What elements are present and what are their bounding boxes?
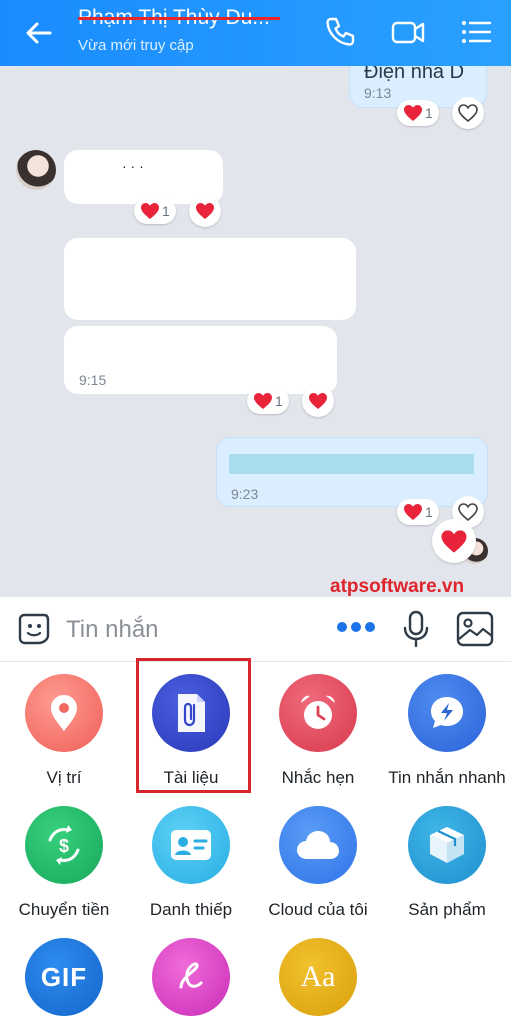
- action-quick-message[interactable]: Tin nhắn nhanh: [383, 674, 511, 788]
- message-text: Điện nha D: [364, 66, 465, 83]
- heart-icon: [404, 105, 422, 121]
- their-message-bubble[interactable]: 9:15: [64, 326, 337, 394]
- action-business-card[interactable]: Danh thiếp: [127, 806, 255, 920]
- action-font-style[interactable]: Aa: [254, 938, 382, 1016]
- reaction-summary[interactable]: 1: [247, 388, 289, 414]
- highlight-box: [136, 658, 251, 793]
- message-text-fragment: · · ·: [122, 158, 144, 174]
- react-button[interactable]: [452, 97, 484, 129]
- image-gallery-icon[interactable]: [456, 611, 494, 647]
- phone-call-icon[interactable]: [322, 14, 358, 50]
- message-input-bar: Tin nhắn: [0, 596, 511, 662]
- reaction-count: 1: [275, 393, 283, 409]
- heart-outline-icon: [458, 104, 478, 122]
- money-transfer-icon: $: [25, 806, 103, 884]
- action-label: Danh thiếp: [149, 900, 233, 919]
- action-label: Nhắc hẹn: [281, 768, 355, 787]
- their-message-bubble[interactable]: [64, 238, 356, 320]
- heart-outline-icon: [458, 503, 478, 521]
- chat-area[interactable]: Điện nha D 9:13 1 · · · 1 9:15 1 9:23 1: [0, 66, 511, 596]
- more-options-icon[interactable]: [336, 621, 376, 633]
- reaction-summary[interactable]: 1: [397, 499, 439, 525]
- alarm-clock-icon: [279, 674, 357, 752]
- heart-icon: [196, 203, 214, 219]
- sticker-icon[interactable]: [16, 611, 52, 647]
- contact-avatar[interactable]: [16, 150, 56, 190]
- name-redaction-line: [78, 17, 280, 20]
- svg-text:$: $: [59, 836, 69, 856]
- microphone-icon[interactable]: [400, 610, 432, 648]
- font-style-icon: Aa: [279, 938, 357, 1016]
- heart-icon: [141, 203, 159, 219]
- action-gif[interactable]: GIF: [0, 938, 128, 1016]
- react-button[interactable]: [189, 195, 221, 227]
- action-product[interactable]: Sản phẩm: [383, 806, 511, 920]
- product-box-icon: [408, 806, 486, 884]
- cloud-icon: [279, 806, 357, 884]
- action-label: Tin nhắn nhanh: [388, 768, 506, 787]
- heart-icon: [441, 529, 467, 553]
- message-time: 9:13: [364, 85, 392, 101]
- quick-heart-button[interactable]: [432, 519, 476, 563]
- handwriting-icon: [152, 938, 230, 1016]
- heart-icon: [309, 393, 327, 409]
- font-glyph: Aa: [300, 960, 336, 993]
- location-pin-icon: [25, 674, 103, 752]
- reaction-summary[interactable]: 1: [397, 100, 439, 126]
- action-label: Sản phẩm: [408, 900, 486, 919]
- business-card-icon: [152, 806, 230, 884]
- gif-glyph: GIF: [40, 961, 88, 992]
- heart-icon: [254, 393, 272, 409]
- gif-icon: GIF: [25, 938, 103, 1016]
- contact-status: Vừa mới truy cập: [78, 37, 194, 54]
- react-button[interactable]: [302, 385, 334, 417]
- action-money-transfer[interactable]: $ Chuyển tiền: [0, 806, 128, 920]
- message-input[interactable]: Tin nhắn: [66, 616, 159, 644]
- redacted-text-block: [229, 454, 474, 474]
- action-reminder[interactable]: Nhắc hẹn: [254, 674, 382, 788]
- action-my-cloud[interactable]: Cloud của tôi: [254, 806, 382, 920]
- message-time: 9:23: [231, 486, 259, 502]
- menu-list-icon[interactable]: [458, 14, 494, 50]
- heart-icon: [404, 504, 422, 520]
- my-message-bubble[interactable]: 9:23: [216, 437, 488, 507]
- watermark-text: atpsoftware.vn: [330, 576, 465, 597]
- video-call-icon[interactable]: [390, 14, 426, 50]
- reaction-count: 1: [425, 504, 433, 520]
- message-time: 9:15: [79, 372, 107, 388]
- action-location[interactable]: Vị trí: [0, 674, 128, 788]
- action-label: Chuyển tiền: [18, 900, 110, 919]
- action-label: Cloud của tôi: [268, 900, 368, 919]
- reaction-count: 1: [425, 105, 433, 121]
- action-handwriting[interactable]: [127, 938, 255, 1016]
- action-label: Vị trí: [46, 768, 82, 787]
- reaction-count: 1: [162, 203, 170, 219]
- quick-message-icon: [408, 674, 486, 752]
- back-arrow-icon[interactable]: [20, 14, 58, 52]
- chat-header: Phạm Thị Thùy Du... Vừa mới truy cập: [0, 0, 511, 66]
- reaction-summary[interactable]: 1: [134, 198, 176, 224]
